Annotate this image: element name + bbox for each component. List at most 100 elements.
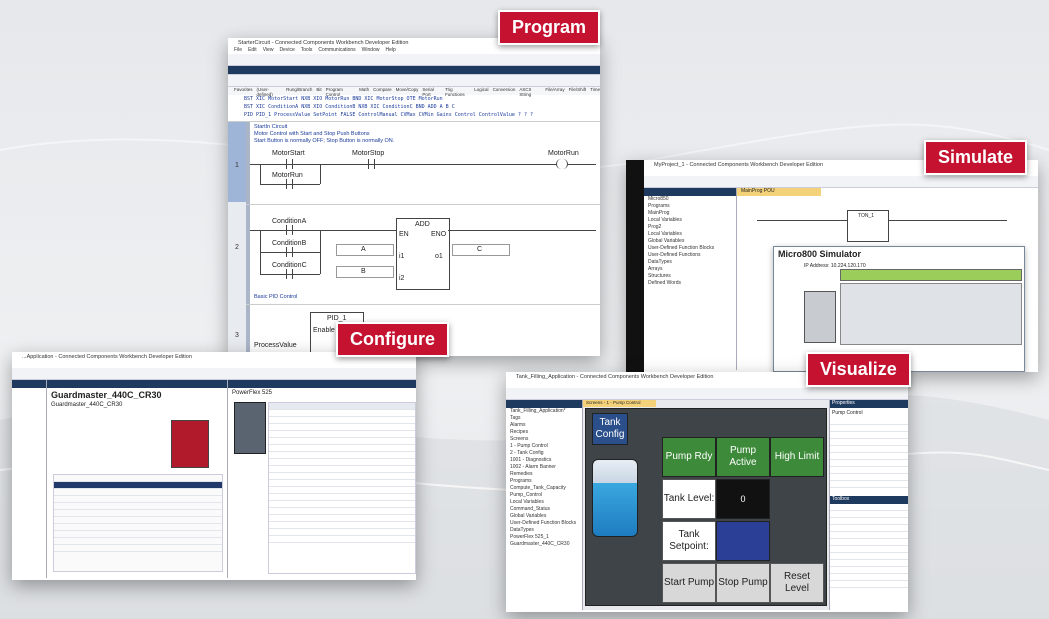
contact-label: MotorStop: [352, 150, 385, 157]
tree-item[interactable]: Arrays: [648, 266, 736, 273]
pou-tab[interactable]: MainProg POU: [737, 188, 821, 196]
tree-item[interactable]: View: [263, 47, 274, 54]
input-b[interactable]: B: [336, 266, 394, 278]
tree-item[interactable]: Alarms: [510, 422, 582, 429]
tree-item[interactable]: User-Defined Function Blocks: [510, 520, 582, 527]
project-organizer[interactable]: Micro850 Programs MainProg Local Variables P…: [644, 188, 737, 370]
tree-item[interactable]: Global Variables: [510, 513, 582, 520]
tree-item[interactable]: Compare: [373, 87, 392, 95]
tree-item[interactable]: Local Variables: [510, 499, 582, 506]
contact-label: ProcessValue: [254, 342, 297, 349]
tree-item[interactable]: Rung/Branch: [286, 87, 312, 95]
toolbar[interactable]: [506, 388, 908, 400]
tree-item[interactable]: 1 - Pump Control: [510, 443, 582, 450]
tree-item[interactable]: 1001 - Diagnostics: [510, 457, 582, 464]
tree-item[interactable]: Command_Status: [510, 506, 582, 513]
tree-item[interactable]: File: [234, 47, 242, 54]
input-a[interactable]: A: [336, 244, 394, 256]
ladder-area[interactable]: StartIn Circuit Motor Control with Start …: [228, 122, 600, 354]
reset-level-button[interactable]: Reset Level: [770, 563, 824, 603]
toolbar[interactable]: [12, 368, 416, 380]
tree-item[interactable]: Guardmaster_440C_CR30: [510, 541, 582, 548]
tree-item[interactable]: Communications: [318, 47, 355, 54]
tree-item[interactable]: Pump_Control: [510, 492, 582, 499]
pump-active-indicator: Pump Active: [716, 437, 770, 477]
tree-item[interactable]: User-Defined Functions: [648, 252, 736, 259]
text-line: PID PID_1 ProcessValue SetPoint FALSE Co…: [244, 112, 533, 118]
tree-item[interactable]: Help: [385, 47, 395, 54]
tree-item[interactable]: Local Variables: [648, 231, 736, 238]
program-tag: Program: [498, 10, 601, 45]
ton-block[interactable]: TON_1: [847, 210, 889, 242]
tree-item[interactable]: PowerFlex 525_1: [510, 534, 582, 541]
stop-pump-button[interactable]: Stop Pump: [716, 563, 770, 603]
tank-graphic: [592, 459, 638, 537]
tree-item[interactable]: 2 - Tank Config: [510, 450, 582, 457]
high-limit-indicator: High Limit: [770, 437, 824, 477]
tree-item[interactable]: MainProg: [648, 210, 736, 217]
tree-item[interactable]: DataTypes: [510, 527, 582, 534]
tree-item[interactable]: Local Variables: [648, 217, 736, 224]
tree-item[interactable]: Math: [359, 87, 369, 95]
tree-item[interactable]: Conversion: [493, 87, 516, 95]
properties-panel[interactable]: Properties Pump Control Toolbox: [829, 400, 908, 610]
powerflex-panel[interactable]: PowerFlex 525: [228, 380, 416, 578]
tank-setpoint-input[interactable]: [716, 521, 770, 561]
tree-item[interactable]: 1002 - Alarm Banner: [510, 464, 582, 471]
tree-item[interactable]: Move/Copy: [396, 87, 419, 95]
toolbar[interactable]: [644, 176, 1038, 188]
tree-item[interactable]: Micro850: [648, 196, 736, 203]
tree-item[interactable]: Tools: [301, 47, 313, 54]
tree-item[interactable]: Programs: [648, 203, 736, 210]
tree-item[interactable]: DataTypes: [648, 259, 736, 266]
tree-item[interactable]: User-Defined Function Blocks: [648, 245, 736, 252]
text-line: BST XIC ConditionA NXB XIO ConditionB NX…: [244, 104, 455, 110]
menu-bar[interactable]: [12, 361, 416, 368]
simulate-tag: Simulate: [924, 140, 1028, 175]
instruction-toolbar[interactable]: [228, 75, 600, 87]
tree-item[interactable]: Prog2: [648, 224, 736, 231]
tree-item[interactable]: Recipes: [510, 429, 582, 436]
toolbar[interactable]: [228, 54, 600, 66]
device-subname: Guardmaster_440C_CR30: [51, 402, 123, 408]
instruction-tabs[interactable]: Favorites (User-defined) Rung/Branch Bit Pro…: [228, 87, 600, 97]
tree-item[interactable]: Trig Functions: [445, 87, 470, 97]
tree-item[interactable]: Window: [362, 47, 380, 54]
tree-item[interactable]: Program Control: [326, 87, 355, 97]
start-pump-button[interactable]: Start Pump: [662, 563, 716, 603]
tree-item[interactable]: Logical: [474, 87, 488, 95]
tree-item[interactable]: Tags: [510, 415, 582, 422]
tree-item[interactable]: Edit: [248, 47, 257, 54]
add-block[interactable]: ADD EN ENO i1 o1 i2: [396, 218, 450, 290]
tree-item[interactable]: Remedies: [510, 471, 582, 478]
tree-item[interactable]: Programs: [510, 478, 582, 485]
device-panel[interactable]: Guardmaster_440C_CR30 Guardmaster_440C_C…: [47, 380, 228, 578]
tree-item[interactable]: Time: [590, 87, 600, 95]
output-c[interactable]: C: [452, 244, 510, 256]
tree-item[interactable]: Serial Port: [422, 87, 441, 97]
text-editor[interactable]: BST XIC MotorStart NXB XIO MotorRun BND …: [228, 95, 600, 122]
tree-item[interactable]: ASCII String: [519, 87, 541, 97]
tree-item[interactable]: Global Variables: [648, 238, 736, 245]
project-organizer[interactable]: [12, 380, 47, 578]
tree-item[interactable]: Defined Words: [648, 280, 736, 287]
tree-item[interactable]: Device: [279, 47, 294, 54]
tree-item[interactable]: File/Array: [545, 87, 564, 95]
tree-item[interactable]: (User-defined): [257, 87, 283, 97]
project-organizer[interactable]: Tank_Filling_Application* Tags Alarms Recip…: [506, 400, 583, 610]
pump-rdy-indicator: Pump Rdy: [662, 437, 716, 477]
tree-item[interactable]: Favorites: [234, 87, 253, 95]
tree-item[interactable]: Bit: [316, 87, 321, 95]
tree-item[interactable]: Structures: [648, 273, 736, 280]
tree-item[interactable]: Compute_Tank_Capacity: [510, 485, 582, 492]
coil: [556, 159, 568, 169]
tree-item[interactable]: Screens: [510, 436, 582, 443]
taskbar: [626, 160, 644, 372]
tree-item[interactable]: File/Shift: [569, 87, 587, 95]
menu-bar[interactable]: File Edit View Device Tools Communications Win…: [228, 47, 600, 54]
screen-name: Pump Control: [832, 410, 863, 416]
doc-tabs[interactable]: [228, 66, 600, 75]
screen-tab[interactable]: Screens - 1 - Pump Control: [583, 400, 656, 407]
tank-config-button[interactable]: Tank Config: [592, 413, 628, 445]
tree-item[interactable]: Tank_Filling_Application*: [510, 408, 582, 415]
